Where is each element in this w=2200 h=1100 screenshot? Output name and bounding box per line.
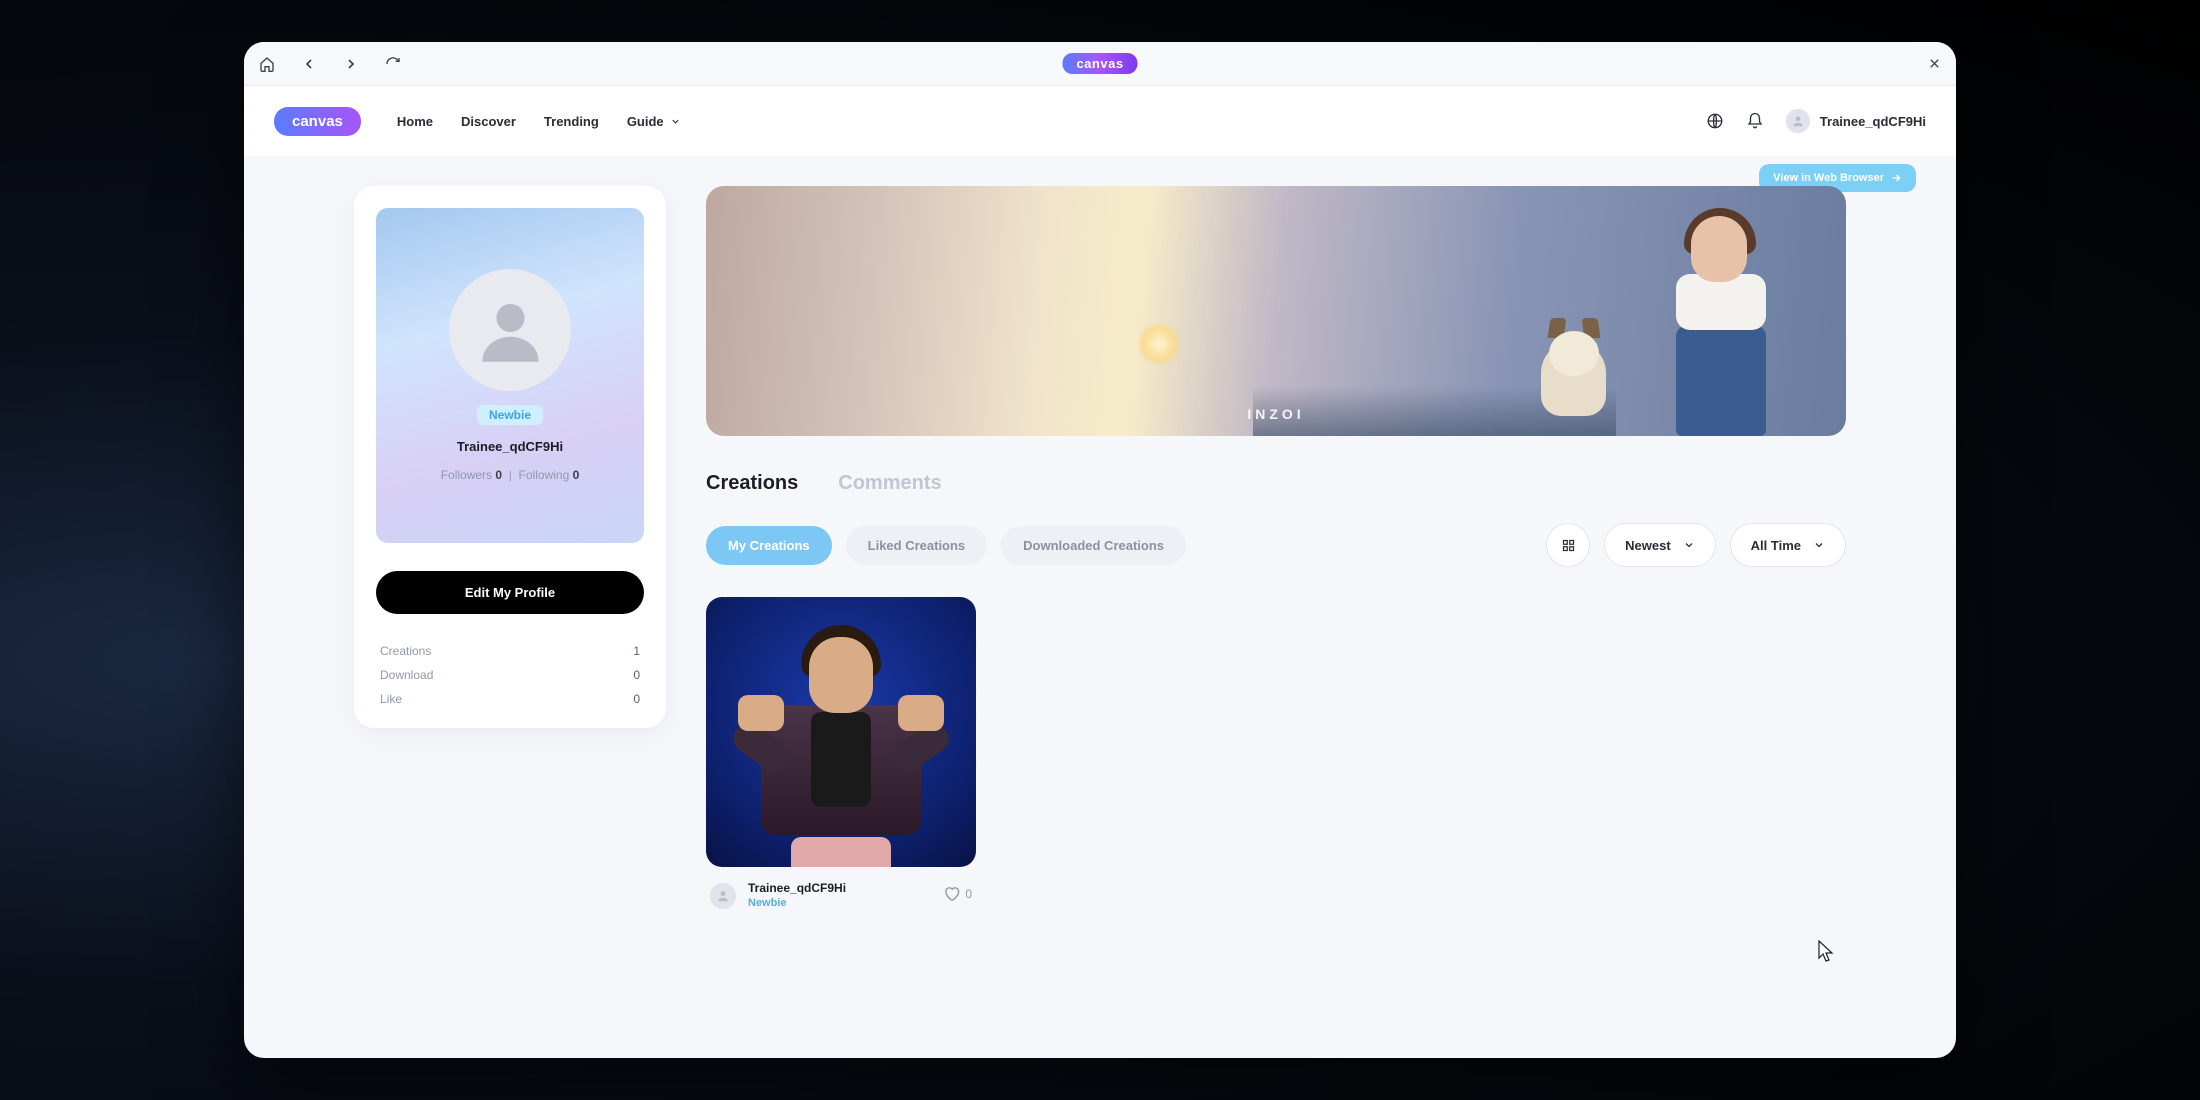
profile-stats: Creations 1 Download 0 Like 0 [376, 644, 644, 706]
profile-card: Newbie Trainee_qdCF9Hi Followers 0 | Fol… [354, 186, 666, 728]
close-icon[interactable] [1927, 56, 1942, 71]
creation-card[interactable]: Trainee_qdCF9Hi Newbie 0 [706, 597, 976, 909]
refresh-icon[interactable] [384, 55, 402, 73]
nav-user[interactable]: Trainee_qdCF9Hi [1786, 109, 1926, 133]
time-label: All Time [1751, 538, 1801, 553]
tab-creations[interactable]: Creations [706, 472, 798, 495]
nav-link-home[interactable]: Home [397, 114, 433, 129]
filter-right: Newest All Time [1546, 523, 1846, 567]
sort-dropdown[interactable]: Newest [1604, 523, 1716, 567]
stat-like: Like 0 [380, 692, 640, 706]
stat-like-value: 0 [633, 692, 640, 706]
creations-grid: Trainee_qdCF9Hi Newbie 0 [706, 597, 1846, 909]
following-label: Following [519, 468, 570, 482]
sort-label: Newest [1625, 538, 1671, 553]
stat-creations-value: 1 [633, 644, 640, 658]
stat-creations-label: Creations [380, 644, 431, 658]
pill-downloaded-creations[interactable]: Downloaded Creations [1001, 526, 1186, 565]
profile-follow-stats: Followers 0 | Following 0 [441, 468, 580, 482]
main-column: INZOI Creations Comments My Creations Li… [706, 186, 1846, 1028]
creation-author: Trainee_qdCF9Hi [748, 881, 931, 895]
profile-hero: Newbie Trainee_qdCF9Hi Followers 0 | Fol… [376, 208, 644, 543]
profile-column: Newbie Trainee_qdCF9Hi Followers 0 | Fol… [354, 186, 666, 1028]
profile-username: Trainee_qdCF9Hi [457, 439, 563, 454]
creation-author-avatar [710, 883, 736, 909]
chevron-down-icon [670, 116, 681, 127]
nav-link-guide[interactable]: Guide [627, 114, 681, 129]
nav-link-guide-label: Guide [627, 114, 664, 129]
edit-profile-button[interactable]: Edit My Profile [376, 571, 644, 614]
brand-logo[interactable]: canvas [274, 107, 361, 136]
cursor-icon [1818, 940, 1834, 962]
tab-comments[interactable]: Comments [838, 472, 941, 495]
stat-download-value: 0 [633, 668, 640, 682]
creation-meta: Trainee_qdCF9Hi Newbie 0 [706, 881, 976, 909]
nav-username: Trainee_qdCF9Hi [1820, 114, 1926, 129]
view-in-browser-label: View in Web Browser [1773, 172, 1884, 184]
stat-download: Download 0 [380, 668, 640, 682]
pill-liked-creations[interactable]: Liked Creations [846, 526, 988, 565]
following-count: 0 [573, 468, 580, 482]
banner-logo: INZOI [1247, 406, 1304, 422]
back-icon[interactable] [300, 55, 318, 73]
filter-pills: My Creations Liked Creations Downloaded … [706, 526, 1186, 565]
nav-right: Trainee_qdCF9Hi [1706, 109, 1926, 133]
creation-author-badge: Newbie [748, 897, 931, 909]
stat-like-label: Like [380, 692, 402, 706]
chevron-down-icon [1683, 539, 1695, 551]
forward-icon[interactable] [342, 55, 360, 73]
content-tabs: Creations Comments [706, 472, 1846, 495]
creation-thumbnail [706, 597, 976, 867]
profile-badge: Newbie [477, 405, 543, 425]
titlebar: canvas [244, 42, 1956, 86]
creation-like[interactable]: 0 [943, 885, 972, 902]
home-icon[interactable] [258, 55, 276, 73]
nav-link-discover[interactable]: Discover [461, 114, 516, 129]
titlebar-controls [258, 55, 402, 73]
followers-label: Followers [441, 468, 492, 482]
nav-links: Home Discover Trending Guide [397, 114, 681, 129]
arrow-right-icon [1890, 172, 1902, 184]
grid-view-button[interactable] [1546, 523, 1590, 567]
profile-banner: INZOI [706, 186, 1846, 436]
chevron-down-icon [1813, 539, 1825, 551]
creation-meta-text: Trainee_qdCF9Hi Newbie [748, 881, 931, 909]
stat-download-label: Download [380, 668, 433, 682]
followers-count: 0 [495, 468, 502, 482]
profile-avatar [449, 269, 571, 391]
pill-my-creations[interactable]: My Creations [706, 526, 832, 565]
bell-icon[interactable] [1746, 112, 1764, 130]
filter-row: My Creations Liked Creations Downloaded … [706, 523, 1846, 567]
title-logo: canvas [1062, 53, 1137, 74]
nav-link-trending[interactable]: Trending [544, 114, 599, 129]
creation-like-count: 0 [965, 887, 972, 901]
app-window: canvas canvas Home Discover Trending Gui… [244, 42, 1956, 1058]
body-area: View in Web Browser Newbie Trainee_qdCF9… [244, 156, 1956, 1058]
globe-icon[interactable] [1706, 112, 1724, 130]
time-dropdown[interactable]: All Time [1730, 523, 1846, 567]
navbar: canvas Home Discover Trending Guide Trai… [244, 86, 1956, 156]
grid-icon [1561, 538, 1576, 553]
avatar [1786, 109, 1810, 133]
stat-creations: Creations 1 [380, 644, 640, 658]
heart-icon [943, 885, 960, 902]
